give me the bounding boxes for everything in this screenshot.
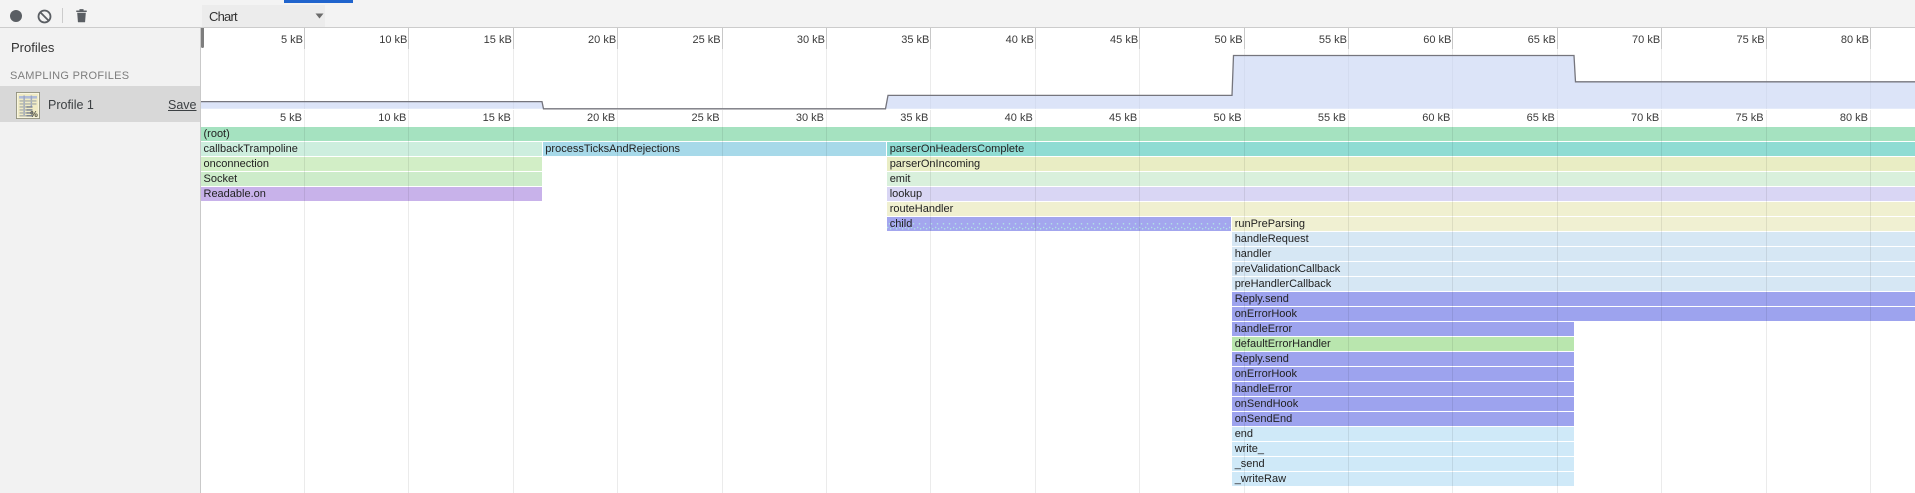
svg-text:%: % [30, 109, 38, 119]
